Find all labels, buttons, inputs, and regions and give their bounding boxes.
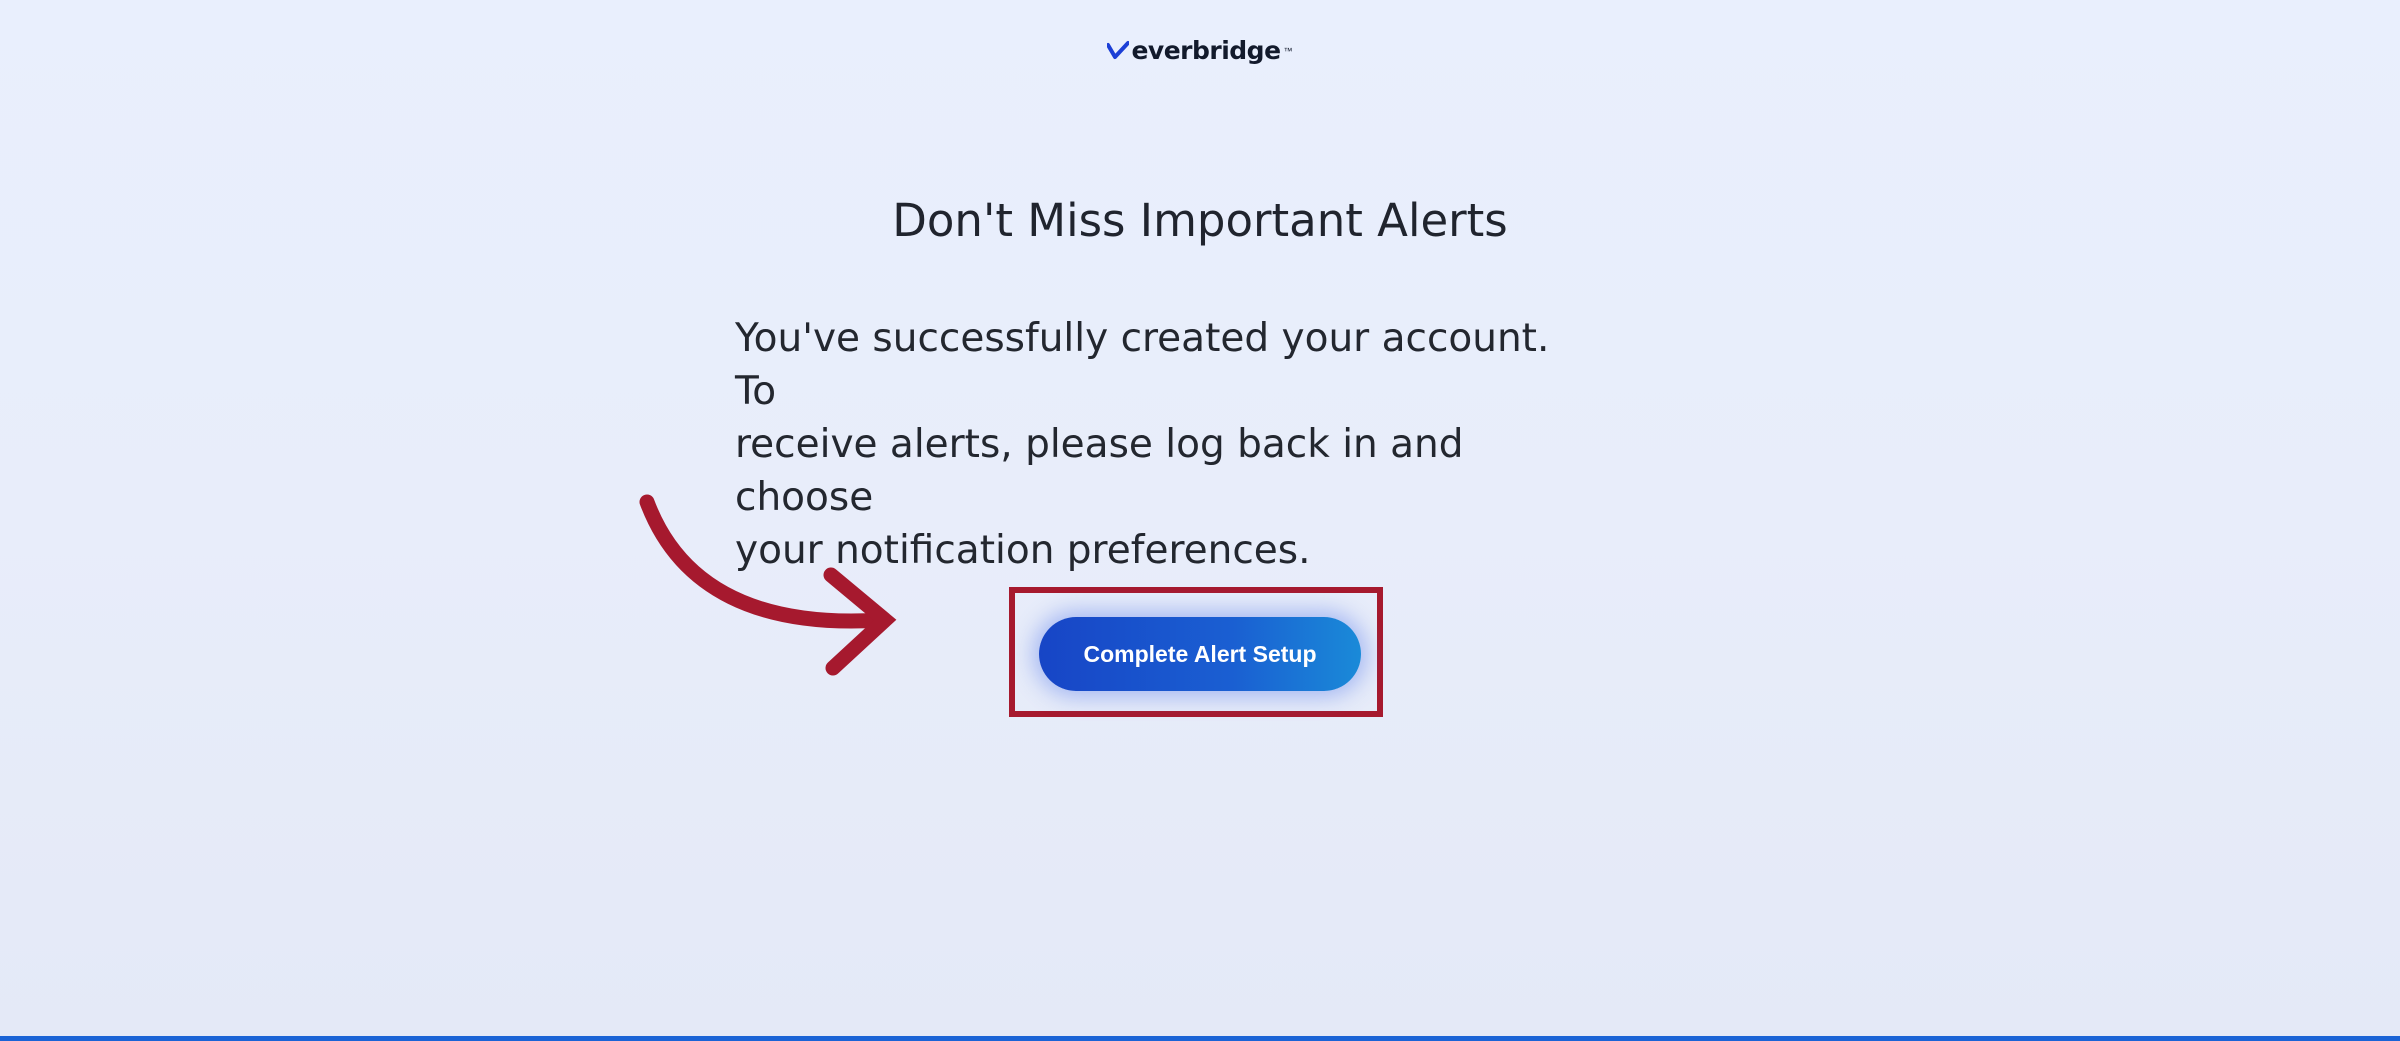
everbridge-checkmark-icon [1107,40,1130,59]
curved-arrow-icon [639,494,897,676]
logo-text: everbridge [1131,36,1281,65]
bottom-accent-bar [0,1036,2400,1041]
page-title: Don't Miss Important Alerts [892,194,1508,247]
logo-wrapper: everbridge ™ [1107,36,1293,65]
message-line: You've successfully created your account… [735,316,1550,414]
logo-trademark: ™ [1283,45,1293,56]
brand-logo: everbridge ™ [0,36,2400,65]
complete-alert-setup-button[interactable]: Complete Alert Setup [1039,617,1361,691]
